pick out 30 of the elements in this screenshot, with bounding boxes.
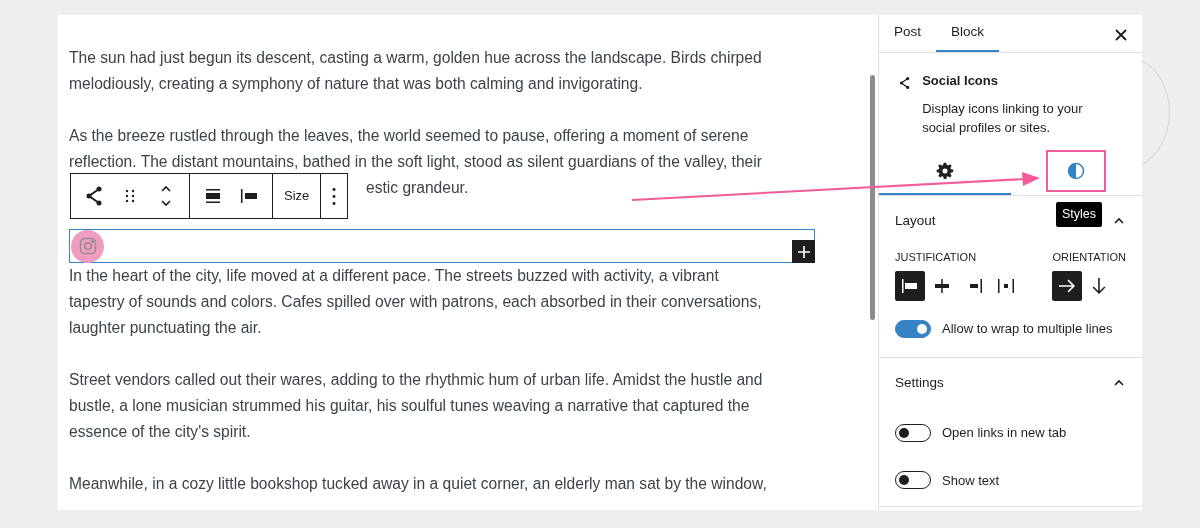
field-label: JUSTIFICATION	[895, 249, 978, 265]
paragraph: Meanwhile, in a cozy little bookshop tucked away in a quiet corner, an elderly man sat by the window,	[69, 474, 767, 494]
paragraph-fragment: estic grandeur.	[366, 178, 469, 198]
plus-icon	[796, 244, 811, 259]
sidebar-tab[interactable]: Post	[879, 15, 936, 52]
close-icon	[1114, 28, 1128, 43]
toggle-label: Open links in new tab	[942, 424, 1067, 442]
toggle-switch[interactable]	[895, 320, 931, 338]
tooltip: Styles	[1055, 202, 1102, 227]
paragraph: In the heart of the city, life moved at a different pace. The streets buzzed with activity, a vibrant tapestry of sounds and colors. Cafes spilled over with patrons, each absorbed in their conversations, laughter punctuating the air.	[69, 266, 762, 338]
paragraph: Street vendors called out their wares, adding to the rhythmic hum of urban life. Amidst the hustle and bustle, a lone musician strummed his guitar, his soulful tunes weaving a narrative that captured the essence of the city's spirit.	[69, 370, 763, 442]
styles-icon	[1066, 160, 1087, 181]
block-title: Social Icons	[922, 72, 999, 90]
sidebar-tab[interactable]: Block	[936, 15, 1000, 52]
toggle-label: Show text	[942, 471, 1000, 490]
add-block-button[interactable]	[792, 240, 815, 263]
block-description: Display icons linking to your social profiles or sites.	[922, 99, 1084, 137]
instagram-icon[interactable]	[71, 229, 104, 263]
more-options-icon	[332, 187, 337, 205]
field-label: ORIENTATION	[1052, 249, 1126, 265]
toggle-label: Allow to wrap to multiple lines	[942, 320, 1113, 339]
toggle-switch[interactable]	[895, 471, 931, 490]
panel-header[interactable]: Settings	[895, 357, 1126, 401]
gear-icon	[934, 160, 955, 181]
paragraph: The sun had just begun its descent, casting a warm, golden hue across the landscape. Birds chirped melodiously, creating a symphony of nature that was both calming and invigorating.	[69, 48, 762, 94]
justify-left-button[interactable]	[895, 271, 925, 302]
arrow-right-button[interactable]	[1052, 271, 1083, 302]
scrollbar-thumb[interactable]	[870, 75, 875, 320]
toggle-switch[interactable]	[895, 423, 931, 442]
size-button[interactable]: Size	[279, 174, 315, 218]
